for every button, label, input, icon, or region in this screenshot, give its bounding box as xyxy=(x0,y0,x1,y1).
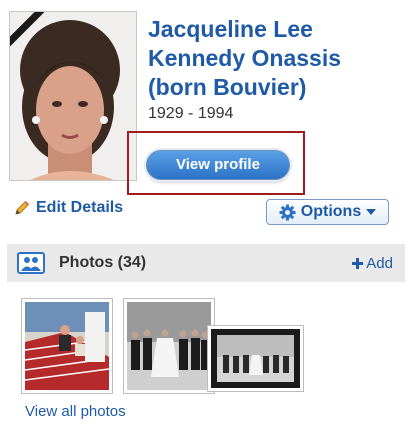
photos-title: Photos (34) xyxy=(59,254,147,271)
profile-name: Jacqueline Lee Kennedy Onassis (born Bou… xyxy=(148,15,406,102)
options-button[interactable]: Options xyxy=(266,199,389,225)
photo-thumbnail-1[interactable] xyxy=(21,298,113,394)
photos-section-header: Photos (34) Add xyxy=(7,244,405,282)
portrait-image xyxy=(10,12,136,180)
edit-details-link[interactable]: Edit Details xyxy=(13,199,123,217)
profile-name-line-2: Kennedy Onassis xyxy=(148,45,342,71)
plus-icon xyxy=(352,257,364,269)
life-dates: 1929 - 1994 xyxy=(148,105,234,122)
options-label: Options xyxy=(300,203,362,220)
photo-staircase-image xyxy=(25,302,109,390)
profile-name-line-1: Jacqueline Lee xyxy=(148,16,313,42)
photo-outdoor-group-image xyxy=(211,329,300,388)
photo-thumbnail-3[interactable] xyxy=(207,325,304,392)
photo-group-bw-image xyxy=(127,302,211,390)
profile-name-line-3: (born Bouvier) xyxy=(148,74,307,100)
add-photo-label: Add xyxy=(366,254,393,272)
photo-people-icon xyxy=(17,252,45,274)
view-all-photos-link[interactable]: View all photos xyxy=(25,403,126,420)
photo-thumbnail-2[interactable] xyxy=(123,298,215,394)
edit-details-label: Edit Details xyxy=(36,199,124,216)
gear-icon xyxy=(279,204,296,220)
view-profile-button[interactable]: View profile xyxy=(146,150,290,180)
pencil-icon xyxy=(15,201,29,215)
caret-down-icon xyxy=(366,209,377,215)
profile-portrait[interactable] xyxy=(9,11,137,181)
add-photo-link[interactable]: Add xyxy=(352,255,393,272)
